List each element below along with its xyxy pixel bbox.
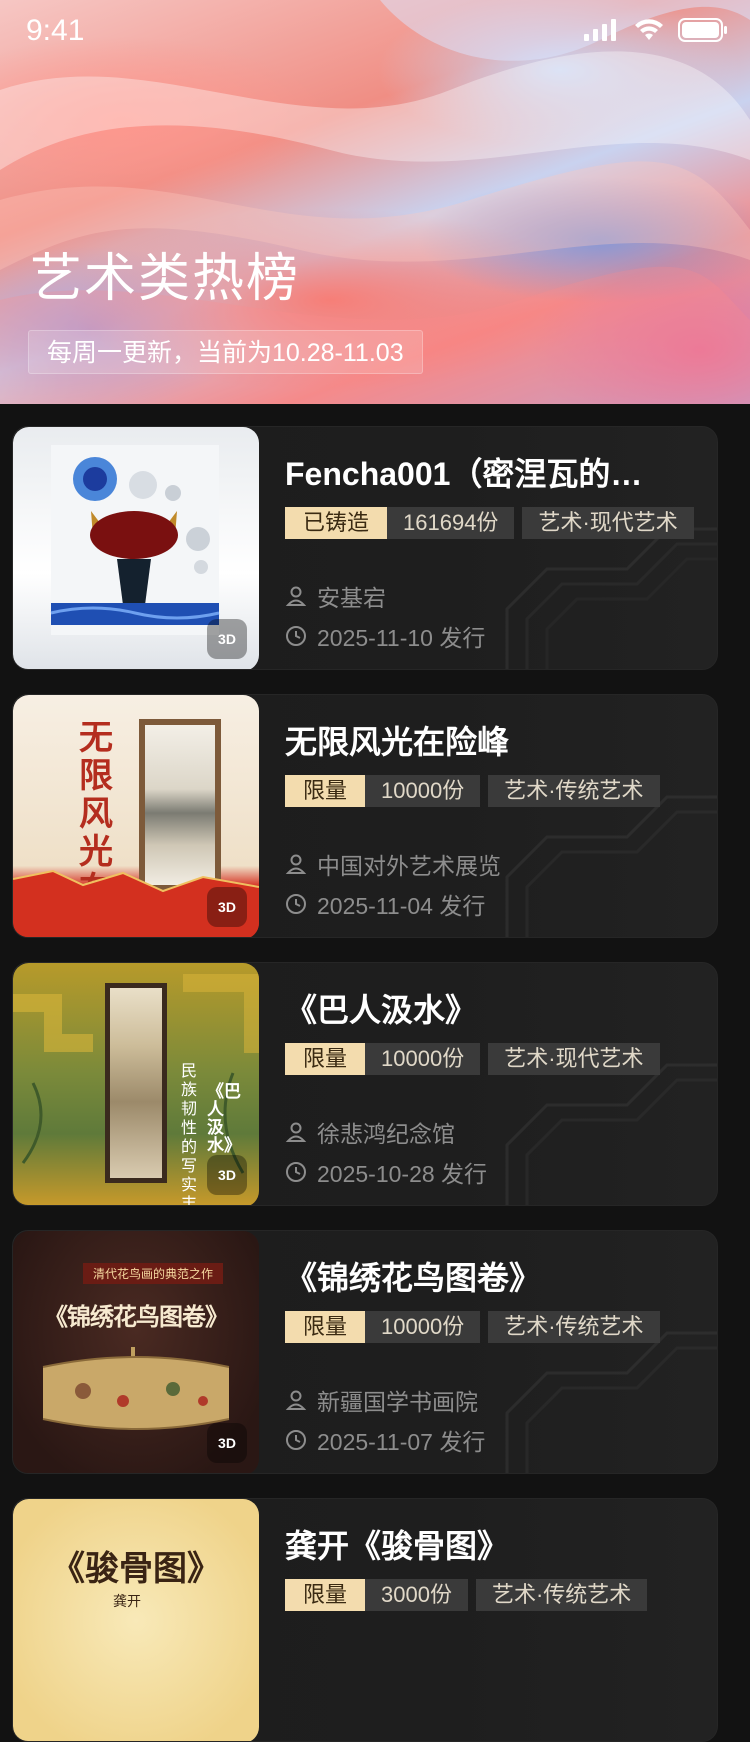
status-tag: 限量 bbox=[285, 1311, 366, 1343]
thumbnail-subtitle: 龚开 bbox=[113, 1594, 141, 1610]
thumbnail-caption: 《巴人汲水》 bbox=[207, 1082, 241, 1156]
creator-row: 新疆国学书画院 bbox=[285, 1383, 478, 1417]
clock-icon bbox=[286, 1430, 306, 1450]
ranking-list: 3D Fencha001（密涅瓦的… 已铸造 161694份 艺术·现代艺术 安… bbox=[0, 404, 750, 1742]
item-title: 无限风光在险峰 bbox=[285, 724, 510, 760]
update-period-label: 每周一更新，当前为10.28-11.03 bbox=[28, 330, 423, 374]
list-item[interactable]: 3D Fencha001（密涅瓦的… 已铸造 161694份 艺术·现代艺术 安… bbox=[12, 426, 718, 670]
item-thumbnail[interactable]: 民族韧性的写实丰碑 《巴人汲水》 3D bbox=[13, 963, 259, 1206]
creator-name: 中国对外艺术展览 bbox=[317, 853, 501, 879]
category-tag: 艺术·现代艺术 bbox=[488, 1043, 660, 1075]
release-date-row: 2025-10-28 发行 bbox=[285, 1155, 487, 1189]
release-date-row: 2025-11-07 发行 bbox=[285, 1423, 485, 1457]
release-date: 2025-10-28 发行 bbox=[317, 1161, 488, 1187]
status-bar: 9:41 bbox=[0, 0, 750, 66]
item-thumbnail[interactable]: 无限风光在险峰 3D bbox=[13, 695, 259, 937]
status-time: 9:41 bbox=[26, 14, 85, 47]
clock-icon bbox=[286, 894, 306, 914]
clock-icon bbox=[286, 1162, 306, 1182]
3d-badge-icon: 3D bbox=[207, 619, 247, 659]
thumbnail-subtitle: 民族韧性的写实丰碑 bbox=[181, 1061, 198, 1206]
category-tag: 艺术·传统艺术 bbox=[488, 775, 660, 807]
scroll-painting bbox=[105, 983, 167, 1183]
3d-badge-icon: 3D bbox=[207, 1155, 247, 1195]
list-item[interactable]: 清代花鸟画的典范之作 《锦绣花鸟图卷》 3D 《锦绣花鸟图卷》 限量 10000… bbox=[12, 1230, 718, 1474]
item-thumbnail[interactable]: 3D bbox=[13, 427, 259, 669]
page-title: 艺术类热榜 bbox=[30, 250, 301, 308]
status-tag: 限量 bbox=[285, 1579, 366, 1611]
creator-name: 新疆国学书画院 bbox=[317, 1389, 478, 1415]
user-icon bbox=[285, 1390, 307, 1410]
status-tag: 已铸造 bbox=[285, 507, 388, 539]
item-title: 《锦绣花鸟图卷》 bbox=[285, 1260, 542, 1296]
item-title: 龚开《骏骨图》 bbox=[285, 1528, 510, 1564]
3d-badge-icon: 3D bbox=[207, 1423, 247, 1463]
list-item[interactable]: 民族韧性的写实丰碑 《巴人汲水》 3D 《巴人汲水》 限量 10000份 艺术·… bbox=[12, 962, 718, 1206]
item-title: 《巴人汲水》 bbox=[285, 992, 478, 1028]
thumbnail-caption: 《骏骨图》 bbox=[51, 1549, 221, 1589]
wifi-icon bbox=[635, 19, 663, 40]
creator-row: 中国对外艺术展览 bbox=[285, 847, 501, 881]
user-icon bbox=[285, 854, 307, 874]
release-date: 2025-11-10 发行 bbox=[317, 625, 486, 651]
category-tag: 艺术·传统艺术 bbox=[475, 1579, 648, 1611]
creator-row: 徐悲鸿纪念馆 bbox=[285, 1115, 455, 1149]
status-tag: 限量 bbox=[285, 775, 366, 807]
release-date: 2025-11-07 发行 bbox=[317, 1429, 486, 1455]
user-icon bbox=[285, 1122, 307, 1142]
quantity-tag: 3000份 bbox=[365, 1579, 468, 1611]
list-item[interactable]: 《骏骨图》 龚开 龚开《骏骨图》 限量 3000份 艺术·传统艺术 bbox=[12, 1498, 718, 1742]
quantity-tag: 10000份 bbox=[365, 1043, 481, 1075]
signal-icon bbox=[584, 19, 616, 41]
quantity-tag: 10000份 bbox=[365, 1311, 481, 1343]
battery-icon bbox=[678, 18, 727, 42]
user-icon bbox=[285, 586, 307, 606]
item-title: Fencha001（密涅瓦的… bbox=[285, 456, 643, 492]
3d-badge-icon: 3D bbox=[207, 887, 247, 927]
list-item[interactable]: 无限风光在险峰 3D 无限风光在险峰 限量 10000份 艺术·传统艺术 中国对… bbox=[12, 694, 718, 938]
status-tag: 限量 bbox=[285, 1043, 366, 1075]
quantity-tag: 161694份 bbox=[387, 507, 515, 539]
creator-name: 徐悲鸿纪念馆 bbox=[317, 1121, 455, 1147]
creator-row: 安基宕 bbox=[285, 579, 386, 613]
hero-banner: 9:41 艺术类热榜 每周一更新，当前为10.28-11.03 bbox=[0, 0, 750, 404]
item-thumbnail[interactable]: 清代花鸟画的典范之作 《锦绣花鸟图卷》 3D bbox=[13, 1231, 259, 1473]
release-date-row: 2025-11-04 发行 bbox=[285, 887, 485, 921]
item-thumbnail[interactable]: 《骏骨图》 龚开 bbox=[13, 1499, 259, 1741]
creator-name: 安基宕 bbox=[317, 585, 386, 611]
clock-icon bbox=[286, 626, 306, 646]
quantity-tag: 10000份 bbox=[365, 775, 481, 807]
category-tag: 艺术·传统艺术 bbox=[488, 1311, 660, 1343]
category-tag: 艺术·现代艺术 bbox=[522, 507, 694, 539]
release-date-row: 2025-11-10 发行 bbox=[285, 619, 485, 653]
release-date: 2025-11-04 发行 bbox=[317, 893, 486, 919]
